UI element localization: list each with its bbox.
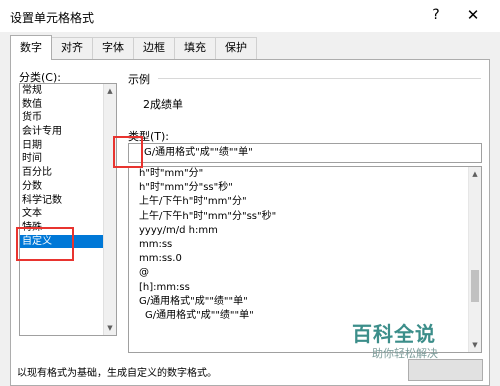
category-scrollbar[interactable]: ▲ ▼ — [103, 84, 116, 335]
watermark: 百科全说 助你轻松解决 — [352, 318, 492, 368]
format-list-item[interactable]: 上午/下午h"时"mm"分" — [129, 195, 481, 209]
category-item-number[interactable]: 数值 — [20, 98, 116, 112]
close-button[interactable]: ✕ — [462, 5, 484, 25]
category-item-scientific[interactable]: 科学记数 — [20, 194, 116, 208]
tab-strip: 数字 对齐 字体 边框 填充 保护 — [10, 35, 257, 60]
tab-protection[interactable]: 保护 — [215, 37, 257, 59]
scroll-thumb[interactable] — [471, 270, 479, 302]
format-list-item[interactable]: mm:ss.0 — [129, 252, 481, 266]
type-input[interactable]: G/通用格式"成""绩""单" — [128, 143, 482, 163]
sample-value: 2成绩单 — [143, 98, 183, 111]
tab-font[interactable]: 字体 — [92, 37, 134, 59]
category-item-currency[interactable]: 货币 — [20, 111, 116, 125]
watermark-subtitle: 助你轻松解决 — [372, 347, 438, 360]
format-list-item[interactable]: G/通用格式"成""绩""单" — [129, 295, 481, 309]
category-item-general[interactable]: 常规 — [20, 84, 116, 98]
scroll-up-icon[interactable]: ▲ — [104, 84, 116, 98]
scroll-up-icon[interactable]: ▲ — [469, 167, 481, 181]
category-list[interactable]: 常规 数值 货币 会计专用 日期 时间 百分比 分数 科学记数 文本 特殊 自定… — [19, 83, 117, 336]
sample-divider — [158, 78, 481, 79]
category-item-accounting[interactable]: 会计专用 — [20, 125, 116, 139]
tab-alignment[interactable]: 对齐 — [51, 37, 93, 59]
window-title: 设置单元格格式 — [10, 11, 95, 25]
scroll-down-icon[interactable]: ▼ — [104, 321, 116, 335]
help-button[interactable]: ? — [426, 5, 446, 25]
format-list-item[interactable]: [h]:mm:ss — [129, 281, 481, 295]
highlight-custom-category — [16, 227, 74, 261]
watermark-title: 百科全说 — [352, 322, 436, 346]
tab-fill[interactable]: 填充 — [174, 37, 216, 59]
format-list-item[interactable]: mm:ss — [129, 238, 481, 252]
category-item-fraction[interactable]: 分数 — [20, 180, 116, 194]
format-list-item[interactable]: h"时"mm"分"ss"秒" — [129, 181, 481, 195]
category-item-percentage[interactable]: 百分比 — [20, 166, 116, 180]
tab-border[interactable]: 边框 — [133, 37, 175, 59]
highlight-type-field — [113, 136, 143, 168]
format-list-item[interactable]: h"时"mm"分" — [129, 167, 481, 181]
category-item-date[interactable]: 日期 — [20, 139, 116, 153]
sample-label: 示例 — [128, 73, 150, 86]
format-list-item[interactable]: 上午/下午h"时"mm"分"ss"秒" — [129, 210, 481, 224]
title-bar: 设置单元格格式 ? ✕ — [0, 0, 500, 32]
format-list-item[interactable]: yyyy/m/d h:mm — [129, 224, 481, 238]
format-list-item[interactable]: @ — [129, 266, 481, 280]
description-text: 以现有格式为基础，生成自定义的数字格式。 — [17, 368, 217, 379]
category-item-time[interactable]: 时间 — [20, 152, 116, 166]
tab-number[interactable]: 数字 — [10, 35, 52, 60]
category-item-text[interactable]: 文本 — [20, 207, 116, 221]
